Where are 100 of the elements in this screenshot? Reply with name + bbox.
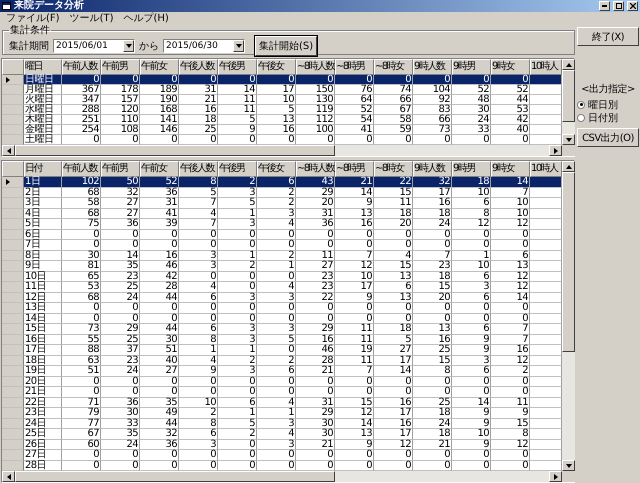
maximize-button[interactable] <box>613 1 624 11</box>
radio-option[interactable]: 曜日別 <box>577 98 639 111</box>
column-header[interactable]: 10時人 <box>530 59 562 75</box>
table-row[interactable]: 14日 0 0 0 0 0 0 0 0 0 0 0 0 <box>2 314 562 324</box>
table-row[interactable]: 10日 65 23 42 0 0 0 23 10 13 18 6 12 <box>2 272 562 282</box>
start-date-field[interactable]: 2015/06/01 <box>53 39 135 53</box>
table-row[interactable]: 6日 0 0 0 0 0 0 0 0 0 0 0 0 <box>2 230 562 240</box>
column-header[interactable]: ~8時男 <box>335 161 374 177</box>
column-header[interactable]: 午後男 <box>218 59 257 75</box>
row-header[interactable] <box>2 75 24 85</box>
table-row[interactable]: 22日 71 36 35 10 6 4 31 15 16 25 14 11 <box>2 398 562 408</box>
column-header[interactable]: 9時女 <box>491 161 530 177</box>
table-cell: 157 <box>101 95 140 105</box>
column-header[interactable]: 午後男 <box>218 161 257 177</box>
menu-item[interactable]: ヘルプ(H) <box>123 12 169 24</box>
table-cell: 4 <box>179 208 218 219</box>
column-header[interactable]: 曜日 <box>24 59 62 75</box>
close-button[interactable] <box>627 1 638 11</box>
table-row[interactable]: 8日 30 14 16 3 1 2 11 7 4 7 1 6 <box>2 250 562 261</box>
table-row[interactable]: 11日 53 25 28 4 0 4 23 17 6 15 3 12 <box>2 282 562 292</box>
table-row[interactable]: 7日 0 0 0 0 0 0 0 0 0 0 0 0 <box>2 240 562 250</box>
column-header[interactable]: ~8時人数 <box>296 59 335 75</box>
horizontal-scrollbar[interactable] <box>2 145 562 156</box>
table-row[interactable]: 16日 55 25 30 8 3 5 16 11 5 16 9 7 <box>2 334 562 345</box>
table-cell: 12 <box>335 408 374 418</box>
table-cell <box>530 272 562 282</box>
column-header[interactable]: 9時人数 <box>413 161 452 177</box>
column-header[interactable]: 午前人数 <box>62 161 101 177</box>
column-header[interactable]: 午後人数 <box>179 59 218 75</box>
table-cell: 13 <box>257 115 296 125</box>
table-cell <box>530 387 562 398</box>
table-cell <box>530 261 562 272</box>
table-cell: 5 <box>257 334 296 345</box>
column-header[interactable]: 午前女 <box>140 59 179 75</box>
minimize-button[interactable] <box>599 1 610 11</box>
column-header[interactable]: 9時人数 <box>413 59 452 75</box>
column-header[interactable]: ~8時男 <box>335 59 374 75</box>
menu-item[interactable]: ツール(T) <box>70 12 114 24</box>
table-row[interactable]: 12日 68 24 44 6 3 3 22 9 13 20 6 14 <box>2 292 562 303</box>
column-header[interactable]: ~8時人数 <box>296 161 335 177</box>
column-header[interactable]: 午前男 <box>101 161 140 177</box>
table-cell: 6 <box>452 366 491 376</box>
table-row[interactable]: 26日 60 24 36 3 0 3 21 9 12 21 9 12 <box>2 440 562 450</box>
table-row[interactable]: 日曜日 0 0 0 0 0 0 0 0 0 0 0 0 <box>2 75 562 85</box>
column-header[interactable]: 午後人数 <box>179 161 218 177</box>
row-header[interactable] <box>2 177 24 188</box>
end-date-field[interactable]: 2015/06/30 <box>163 39 245 53</box>
radio-button[interactable] <box>577 100 585 108</box>
table-row[interactable]: 5日 75 36 39 7 3 4 36 16 20 24 12 12 <box>2 219 562 230</box>
table-cell: 2 <box>218 429 257 440</box>
table-row[interactable]: 13日 0 0 0 0 0 0 0 0 0 0 0 0 <box>2 303 562 314</box>
start-button[interactable]: 集計開始(S) <box>255 36 318 56</box>
table-row[interactable]: 9日 81 35 46 3 2 1 27 12 15 23 10 13 <box>2 261 562 272</box>
table-row[interactable]: 3日 58 27 31 7 5 2 20 9 11 16 6 10 <box>2 198 562 208</box>
column-header[interactable]: 9時女 <box>491 59 530 75</box>
table-row[interactable]: 21日 0 0 0 0 0 0 0 0 0 0 0 0 <box>2 387 562 398</box>
table-row[interactable]: 1日 102 50 52 8 2 6 43 21 22 32 18 14 <box>2 177 562 188</box>
column-header[interactable]: 午前女 <box>140 161 179 177</box>
table-row[interactable]: 土曜日 0 0 0 0 0 0 0 0 0 0 0 0 <box>2 135 562 145</box>
radio-button[interactable] <box>577 114 585 122</box>
table-row[interactable]: 23日 79 30 49 2 1 1 29 12 17 18 9 9 <box>2 408 562 418</box>
table-row[interactable]: 18日 63 23 40 4 2 2 28 11 17 15 3 12 <box>2 356 562 366</box>
horizontal-scrollbar[interactable] <box>2 471 562 482</box>
column-header[interactable]: 9時男 <box>452 161 491 177</box>
column-header[interactable]: 午後女 <box>257 161 296 177</box>
table-row[interactable]: 木曜日 251 110 141 18 5 13 112 54 58 66 24 42 <box>2 115 562 125</box>
menu-item[interactable]: ファイル(F) <box>6 12 60 24</box>
table-cell: 50 <box>101 177 140 188</box>
table-cell: 67 <box>62 429 101 440</box>
column-header[interactable]: 午前人数 <box>62 59 101 75</box>
exit-button[interactable]: 終了(X) <box>577 27 639 46</box>
table-cell: 29 <box>296 408 335 418</box>
column-header[interactable]: ~8時女 <box>374 161 413 177</box>
table-row[interactable]: 火曜日 347 157 190 21 11 10 130 64 66 92 48 44 <box>2 95 562 105</box>
table-row[interactable]: 15日 73 29 44 6 3 3 29 11 18 13 6 7 <box>2 324 562 334</box>
vertical-scrollbar[interactable] <box>562 161 575 471</box>
column-header[interactable]: 午後女 <box>257 59 296 75</box>
table-row[interactable]: 27日 0 0 0 0 0 0 0 0 0 0 0 0 <box>2 450 562 460</box>
table-cell: 14 <box>101 250 140 261</box>
table-cell: 36 <box>296 219 335 230</box>
radio-option[interactable]: 日付別 <box>577 111 639 124</box>
column-header[interactable]: 9時男 <box>452 59 491 75</box>
table-row[interactable]: 19日 51 24 27 9 3 6 21 7 14 8 6 2 <box>2 366 562 376</box>
table-row[interactable]: 4日 68 27 41 4 1 3 31 13 18 18 8 10 <box>2 208 562 219</box>
column-header[interactable]: 日付 <box>24 161 62 177</box>
table-row[interactable]: 月曜日 367 178 189 31 14 17 150 76 74 104 52 52 <box>2 85 562 95</box>
csv-export-button[interactable]: CSV出力(O) <box>577 128 639 147</box>
table-row[interactable]: 水曜日 288 120 168 16 11 5 119 52 67 83 30 53 <box>2 105 562 115</box>
table-row[interactable]: 20日 0 0 0 0 0 0 0 0 0 0 0 0 <box>2 376 562 387</box>
table-row[interactable]: 24日 77 33 44 8 5 3 30 14 16 24 9 15 <box>2 418 562 429</box>
column-header[interactable]: 10時人 <box>530 161 562 177</box>
vertical-scrollbar[interactable] <box>562 59 575 145</box>
column-header[interactable]: ~8時女 <box>374 59 413 75</box>
table-cell: 28 <box>296 356 335 366</box>
table-row[interactable]: 28日 0 0 0 0 0 0 0 0 0 0 0 0 <box>2 460 562 471</box>
table-row[interactable]: 金曜日 254 108 146 25 9 16 100 41 59 73 33 40 <box>2 125 562 135</box>
table-row[interactable]: 17日 88 37 51 1 1 0 46 19 27 25 9 16 <box>2 345 562 356</box>
column-header[interactable]: 午前男 <box>101 59 140 75</box>
table-row[interactable]: 25日 67 35 32 6 2 4 30 13 17 18 10 8 <box>2 429 562 440</box>
table-row[interactable]: 2日 68 32 36 5 3 2 29 14 15 17 10 7 <box>2 188 562 198</box>
